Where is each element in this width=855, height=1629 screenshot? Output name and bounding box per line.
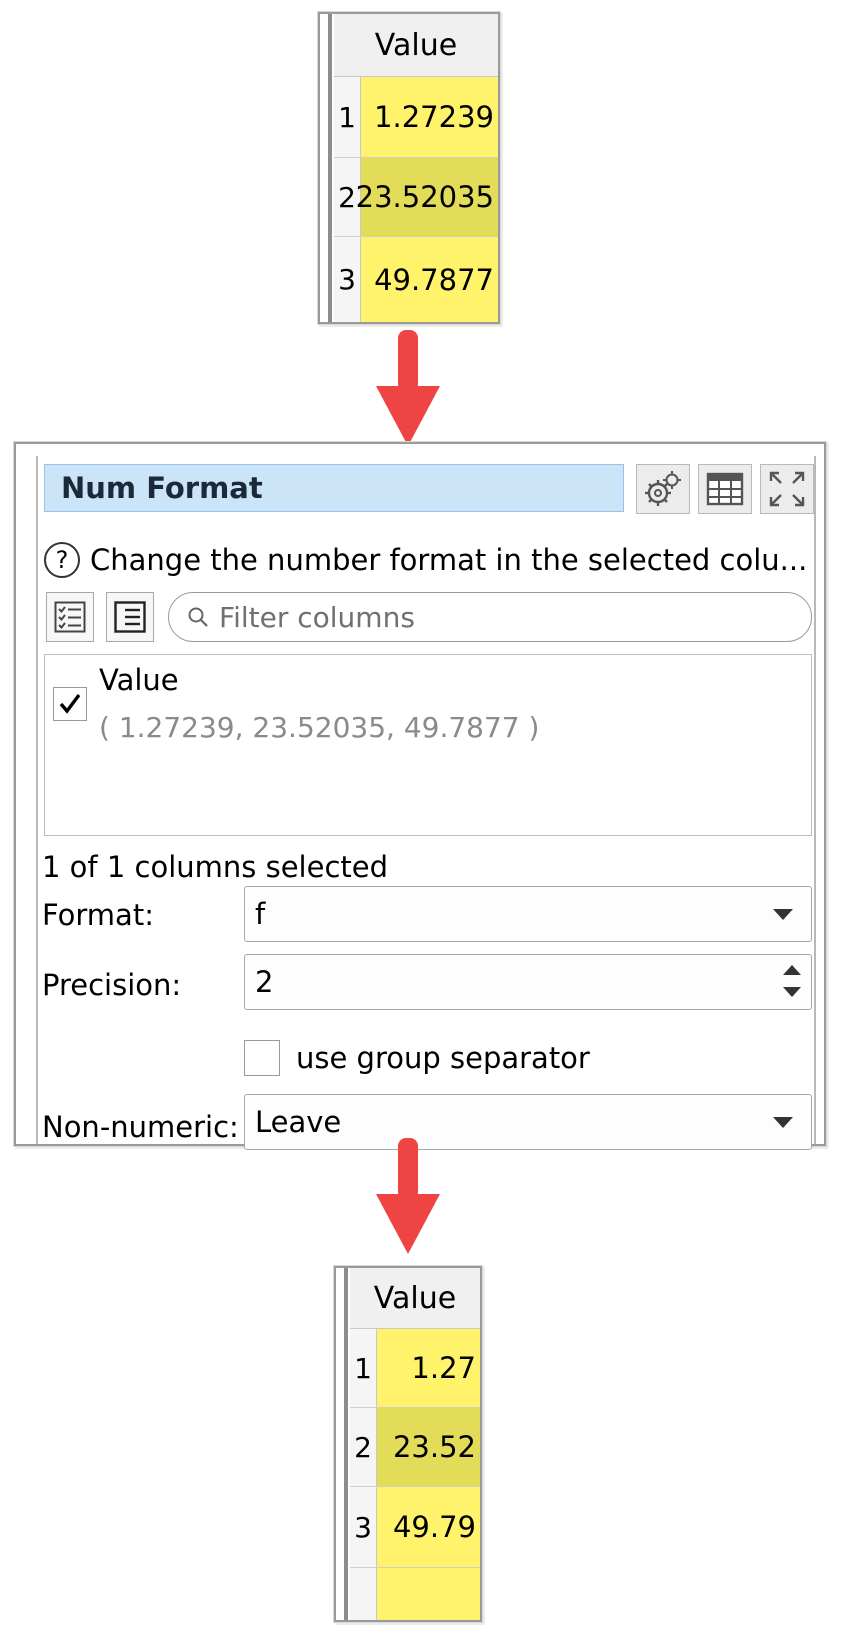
row-index-1: 1 xyxy=(334,77,361,157)
panel-title: Num Format xyxy=(61,471,263,505)
chevron-down-icon xyxy=(773,1117,793,1128)
search-icon xyxy=(188,607,208,627)
precision-value: 2 xyxy=(255,965,274,999)
group-separator-checkbox[interactable] xyxy=(244,1040,280,1076)
format-dropdown[interactable]: f xyxy=(244,886,812,942)
column-sample-values: ( 1.27239, 23.52035, 49.7877 ) xyxy=(99,711,540,744)
column-header-label: Value xyxy=(374,27,458,63)
column-header-label: Value xyxy=(373,1280,457,1316)
table-cell[interactable]: 49.79 xyxy=(377,1487,480,1567)
filter-columns-input[interactable] xyxy=(217,599,781,635)
panel-body: Num Format ? Change the number format in… xyxy=(36,456,816,1150)
increment-arrow-icon[interactable] xyxy=(783,965,801,975)
decrement-arrow-icon[interactable] xyxy=(783,987,801,997)
column-checkbox-value[interactable] xyxy=(53,687,87,721)
column-header-value[interactable]: Value xyxy=(350,1268,480,1329)
row-index-1: 1 xyxy=(350,1329,377,1407)
num-format-panel: Num Format ? Change the number format in… xyxy=(14,442,826,1150)
expand-icon xyxy=(769,471,805,507)
checklist-icon xyxy=(54,601,86,633)
deselect-all-button[interactable] xyxy=(106,592,154,642)
table-cell[interactable]: 1.27239 xyxy=(361,77,498,157)
non-numeric-dropdown[interactable]: Leave xyxy=(244,1094,812,1150)
selection-count: 1 of 1 columns selected xyxy=(42,850,389,884)
select-all-button[interactable] xyxy=(46,592,94,642)
column-name: Value xyxy=(99,663,179,697)
description-text: Change the number format in the selected… xyxy=(90,543,808,577)
column-list: Value ( 1.27239, 23.52035, 49.7877 ) xyxy=(44,654,812,836)
help-icon[interactable]: ? xyxy=(44,542,80,578)
table-frame-edge xyxy=(328,14,332,322)
panel-title-bar[interactable]: Num Format xyxy=(44,464,624,512)
column-header-value[interactable]: Value xyxy=(334,14,498,77)
table-cell[interactable]: 23.52 xyxy=(377,1408,480,1486)
down-arrow-icon xyxy=(376,330,440,446)
output-table: Value 1 1.27 2 23.52 3 49.79 xyxy=(334,1266,482,1622)
table-cell-empty xyxy=(377,1568,480,1620)
table-cell[interactable]: 1.27 xyxy=(377,1329,480,1407)
list-icon xyxy=(114,601,146,633)
precision-spinbox[interactable]: 2 xyxy=(244,954,812,1010)
maximize-button[interactable] xyxy=(760,464,814,514)
input-table: Value 1 1.27239 2 23.52035 3 49.7877 xyxy=(318,12,500,324)
checkmark-icon xyxy=(59,693,81,714)
gears-icon xyxy=(645,471,681,506)
table-view-button[interactable] xyxy=(698,464,752,514)
settings-button[interactable] xyxy=(636,464,690,514)
group-separator-label: use group separator xyxy=(296,1041,590,1075)
non-numeric-value: Leave xyxy=(255,1105,342,1139)
row-index-empty xyxy=(350,1568,377,1620)
format-label: Format: xyxy=(42,898,154,932)
table-cell[interactable]: 23.52035 xyxy=(356,158,498,236)
filter-columns-field[interactable] xyxy=(168,592,812,642)
chevron-down-icon xyxy=(773,909,793,920)
precision-label: Precision: xyxy=(42,968,182,1002)
row-index-2: 2 xyxy=(350,1408,377,1486)
table-icon xyxy=(706,472,744,506)
non-numeric-label: Non-numeric: xyxy=(42,1110,239,1144)
row-index-3: 3 xyxy=(334,237,361,322)
row-index-3: 3 xyxy=(350,1487,377,1567)
format-value: f xyxy=(255,897,266,931)
group-separator-row: use group separator xyxy=(244,1040,590,1076)
table-cell[interactable]: 49.7877 xyxy=(361,237,498,322)
filter-row xyxy=(44,592,812,644)
down-arrow-icon xyxy=(376,1138,440,1254)
description-row: ? Change the number format in the select… xyxy=(44,542,807,578)
table-frame-edge xyxy=(344,1268,348,1620)
